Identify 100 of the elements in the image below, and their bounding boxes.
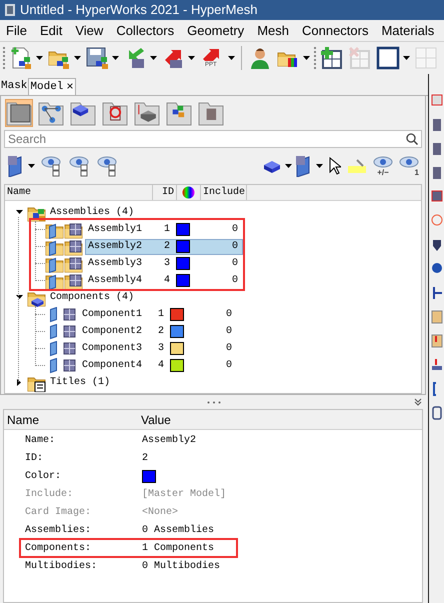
item-id: 3 bbox=[162, 257, 170, 271]
plus-minus-label: +/− bbox=[377, 169, 389, 177]
property-label: ID: bbox=[25, 452, 44, 466]
eye-icon[interactable] bbox=[97, 155, 119, 177]
show-hide-button[interactable]: +/− bbox=[373, 155, 393, 177]
include-value: 0 bbox=[226, 325, 233, 339]
caret-icon[interactable] bbox=[228, 56, 235, 60]
property-value: 0 Multibodies bbox=[142, 560, 220, 574]
window-icon[interactable] bbox=[376, 46, 400, 70]
menu-item[interactable]: File bbox=[6, 20, 27, 40]
include-value: 0 bbox=[232, 274, 239, 288]
property-label: Multibodies: bbox=[25, 560, 98, 574]
tree-row[interactable]: Assembly1 1 0 bbox=[85, 222, 243, 238]
folder-grid-icon bbox=[64, 220, 83, 238]
isolate-button[interactable]: 1 bbox=[399, 155, 419, 177]
tool-icon[interactable] bbox=[430, 190, 442, 204]
grid-icon bbox=[63, 356, 77, 374]
tool-icon[interactable] bbox=[430, 166, 442, 180]
person-icon[interactable] bbox=[248, 46, 272, 70]
caret-icon[interactable] bbox=[316, 164, 323, 168]
tool-icon[interactable] bbox=[430, 238, 442, 252]
include-value: 0 bbox=[226, 342, 233, 356]
caret-icon[interactable] bbox=[112, 56, 119, 60]
folder-grid-icon bbox=[64, 238, 83, 256]
folder-icon bbox=[70, 100, 96, 126]
folder-icon bbox=[134, 100, 160, 126]
tool-icon[interactable] bbox=[430, 334, 442, 348]
property-value: <None> bbox=[142, 506, 178, 520]
tree-row[interactable]: Component4 4 0 bbox=[79, 358, 237, 374]
tree-row[interactable]: Assembly4 4 0 bbox=[85, 272, 243, 288]
menu-item[interactable]: Edit bbox=[40, 20, 62, 40]
caret-icon[interactable] bbox=[36, 56, 43, 60]
item-name: Component4 bbox=[81, 359, 144, 373]
menu-item[interactable]: Collectors bbox=[116, 20, 174, 40]
caret-icon[interactable] bbox=[303, 56, 310, 60]
caret-icon[interactable] bbox=[150, 56, 157, 60]
caret-icon[interactable] bbox=[403, 56, 410, 60]
search-icon[interactable] bbox=[406, 133, 418, 145]
color-wheel-icon bbox=[182, 186, 195, 199]
tool-icon[interactable] bbox=[430, 262, 442, 276]
folder-icon bbox=[198, 100, 224, 126]
splitter-handle-icon[interactable] bbox=[207, 400, 221, 404]
item-id: 1 bbox=[162, 223, 170, 237]
item-id: 4 bbox=[156, 359, 164, 373]
folder-icon bbox=[6, 100, 32, 126]
menu-item[interactable]: Connectors bbox=[302, 20, 368, 40]
menu-item[interactable]: Materials bbox=[381, 20, 434, 40]
tool-icon[interactable] bbox=[430, 358, 442, 372]
app-icon bbox=[4, 3, 16, 17]
tree-item[interactable]: Titles (1) bbox=[50, 375, 110, 390]
tree-item[interactable]: Assemblies (4) bbox=[50, 205, 134, 220]
column-header: Value bbox=[141, 412, 171, 428]
collapse-chevron-icon[interactable] bbox=[414, 398, 422, 406]
save-icon[interactable] bbox=[85, 46, 109, 70]
tool-icon[interactable] bbox=[430, 118, 442, 132]
menu-item[interactable]: View bbox=[75, 20, 104, 40]
property-value: 0 Assemblies bbox=[142, 524, 214, 538]
include-value: 0 bbox=[226, 308, 233, 322]
column-header: Name bbox=[6, 412, 40, 428]
eye-icon[interactable] bbox=[41, 155, 63, 177]
folder-icon bbox=[166, 100, 192, 126]
include-value: 0 bbox=[226, 359, 233, 373]
tree-row[interactable]: Component1 1 0 bbox=[79, 306, 237, 322]
caret-icon[interactable] bbox=[74, 56, 81, 60]
grid-icon bbox=[63, 306, 77, 324]
item-name: Assembly1 bbox=[87, 222, 144, 237]
property-label: Color: bbox=[25, 470, 62, 484]
item-name: Component1 bbox=[81, 308, 144, 322]
tree-row[interactable]: Component3 3 0 bbox=[79, 340, 237, 356]
window-title: Untitled - HyperWorks 2021 - HyperMesh bbox=[20, 1, 258, 20]
tree-row[interactable]: Component2 2 0 bbox=[79, 324, 237, 340]
menu-item[interactable]: Geometry bbox=[187, 20, 244, 40]
item-id: 4 bbox=[162, 274, 170, 288]
folder-icon bbox=[102, 100, 128, 126]
tree-row[interactable]: Assembly2 2 0 bbox=[85, 238, 243, 254]
add-window-icon[interactable] bbox=[320, 46, 344, 70]
tool-icon[interactable] bbox=[430, 286, 442, 300]
view-button[interactable] bbox=[5, 99, 33, 127]
item-id: 3 bbox=[156, 342, 164, 356]
include-value: 0 bbox=[232, 257, 239, 271]
tool-icon[interactable] bbox=[430, 142, 442, 156]
caret-icon[interactable] bbox=[285, 164, 292, 168]
caret-icon[interactable] bbox=[188, 56, 195, 60]
close-icon[interactable]: × bbox=[66, 81, 74, 93]
one-label: 1 bbox=[414, 169, 419, 177]
highlighter-icon[interactable] bbox=[347, 158, 367, 174]
menu-item[interactable]: Mesh bbox=[257, 20, 289, 40]
panel-tab[interactable]: Model × bbox=[28, 78, 76, 95]
tree-row[interactable]: Assembly3 3 0 bbox=[85, 256, 243, 272]
caret-icon[interactable] bbox=[28, 164, 35, 168]
new-file-icon[interactable] bbox=[9, 46, 33, 70]
property-label: Components: bbox=[25, 542, 92, 556]
include-value: 0 bbox=[232, 223, 239, 237]
tree-item[interactable]: Components (4) bbox=[50, 290, 134, 305]
property-label: Name: bbox=[25, 434, 56, 448]
eye-icon[interactable] bbox=[69, 155, 91, 177]
cursor-icon[interactable] bbox=[329, 157, 341, 175]
tool-icon[interactable] bbox=[430, 406, 442, 420]
panel-tab[interactable]: Mask bbox=[0, 78, 28, 95]
folder-grid-icon bbox=[64, 272, 83, 290]
